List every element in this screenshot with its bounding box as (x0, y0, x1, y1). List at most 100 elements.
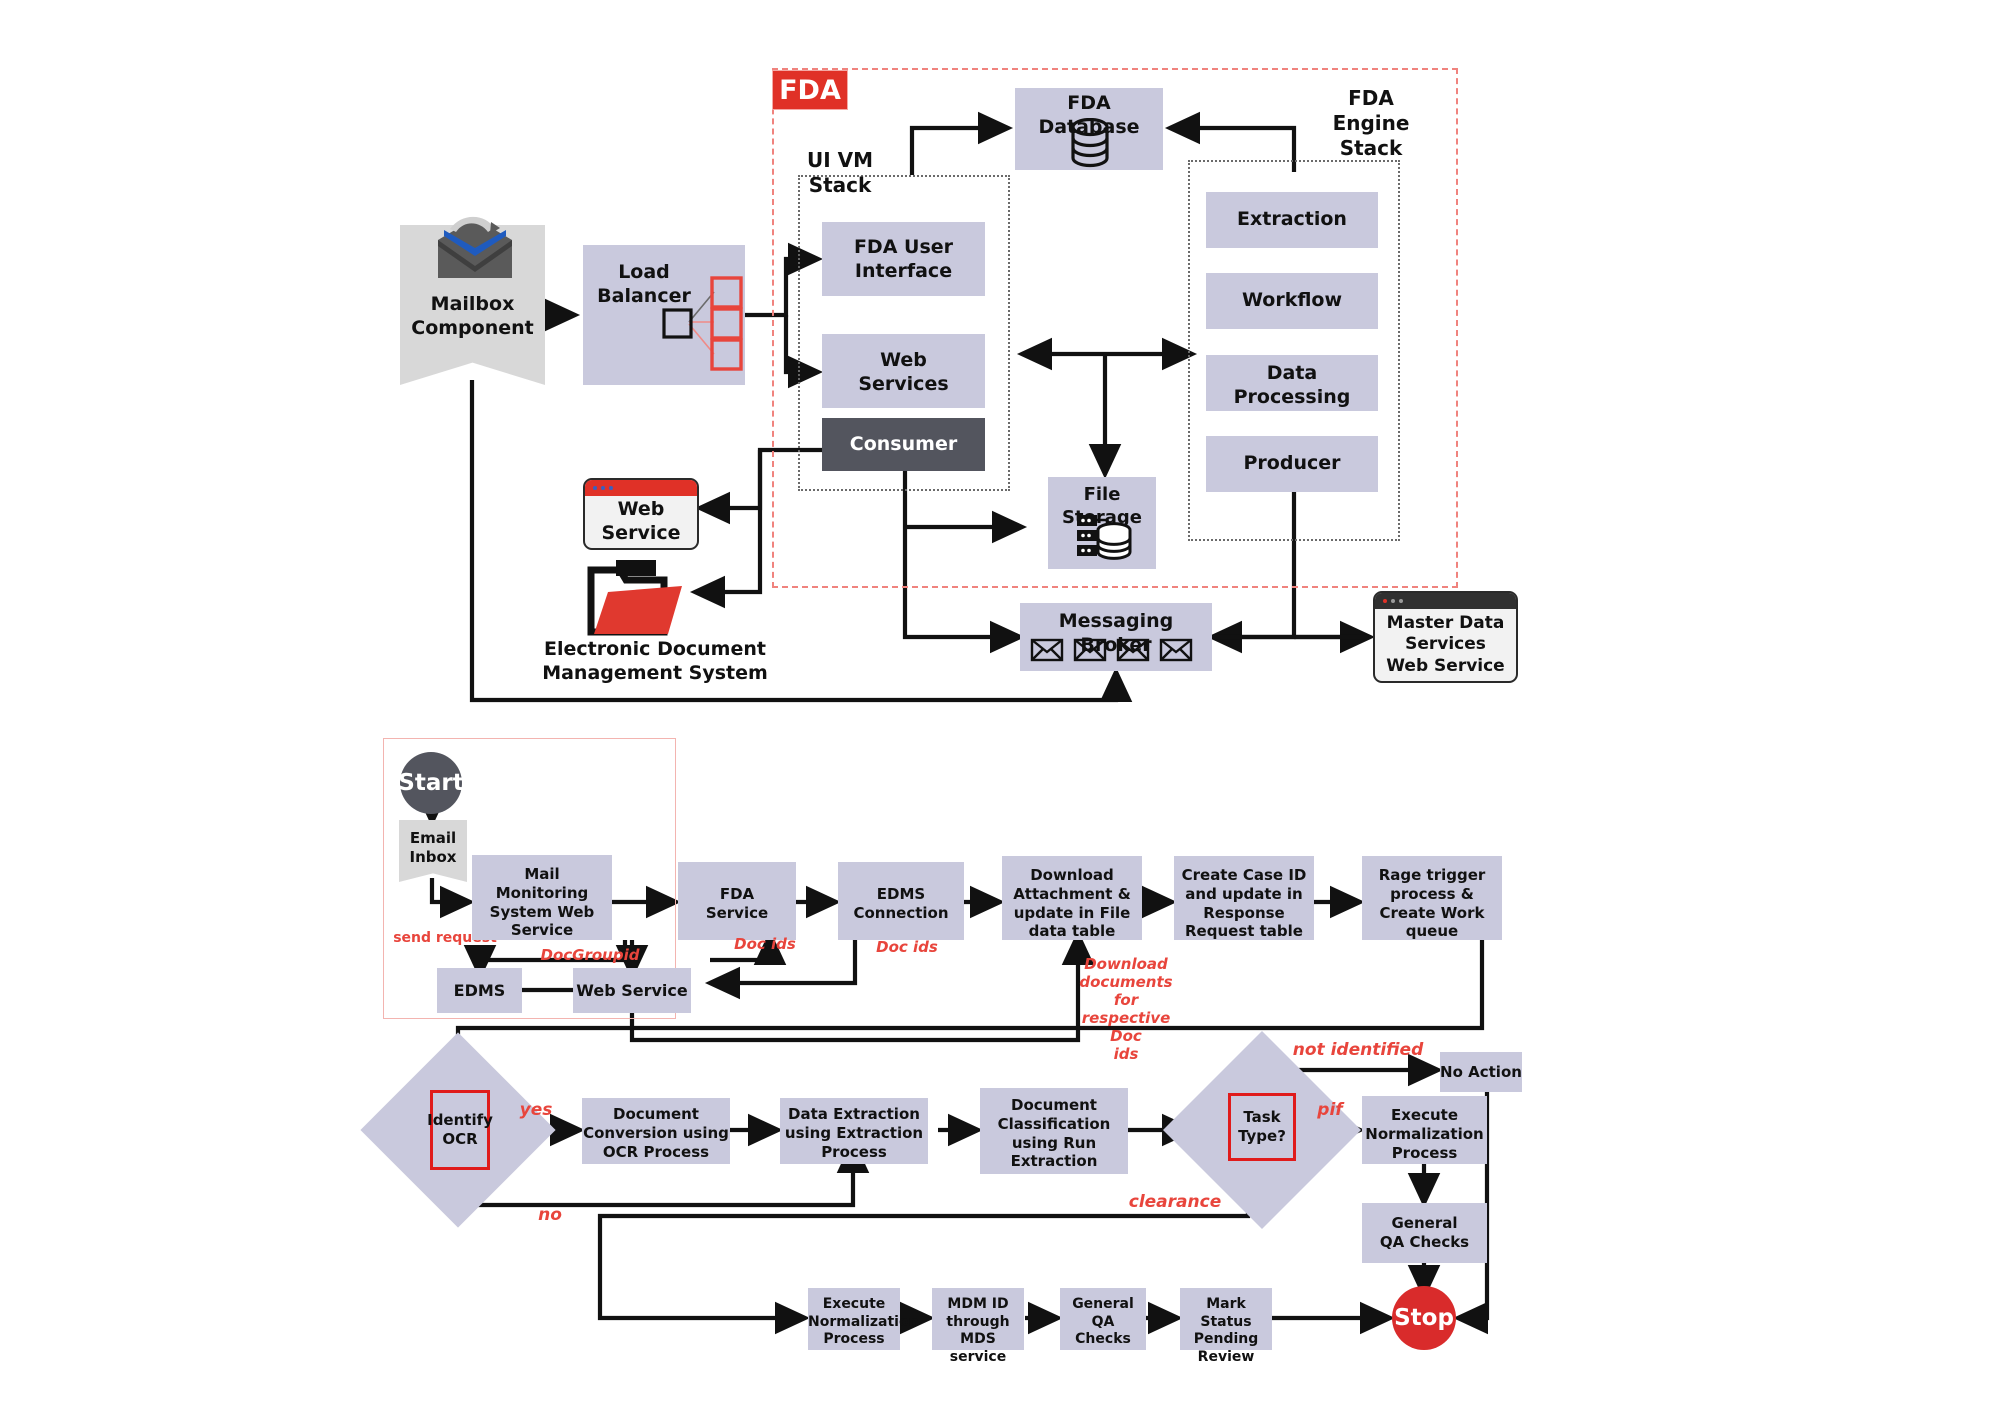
engine-stack-label-line3: Stack (1339, 136, 1403, 160)
doc-groupid-edge-label: DocGroupid (540, 946, 640, 964)
web-services-label-line1: Web (880, 349, 927, 371)
rage-trigger-line3: Create Work (1379, 903, 1485, 922)
exec-norm-bot-line3: Process (823, 1331, 885, 1347)
doc-ids-edge-label-1: Doc ids (734, 935, 796, 953)
doc-conv-line2: Conversion using (583, 1123, 729, 1142)
task-type-line2: Type? (1238, 1127, 1286, 1145)
file-storage-icon (1077, 515, 1132, 560)
doc-class-line1: Document (1011, 1096, 1097, 1114)
message-envelopes-icon (1030, 638, 1193, 662)
fda-boundary-tag: FDA (772, 70, 848, 110)
mail-monitoring-line1: Mail (524, 865, 560, 883)
download-attachment-line3: update in File (1013, 903, 1131, 922)
folder-icon (587, 560, 682, 636)
mdm-id-line1: MDM ID (947, 1296, 1009, 1312)
data-processing-label: Data Processing (1206, 362, 1378, 410)
general-qa-bot-line3: Checks (1075, 1331, 1131, 1347)
mark-status-label: Mark Status Pending Review (1180, 1296, 1272, 1366)
email-inbox-line2: Inbox (409, 847, 457, 866)
mail-monitoring-line3: System Web (489, 902, 595, 921)
doc-conv-line3: OCR Process (602, 1142, 710, 1161)
task-type-node[interactable]: Task Type? (1228, 1093, 1296, 1161)
edms-connection-line1: EDMS (876, 885, 926, 903)
edms-caption-line2: Management System (542, 661, 768, 684)
download-docs-line4: ids (1113, 1045, 1139, 1063)
envelope-icon (438, 216, 512, 278)
database-cylinder-icon (1071, 118, 1109, 168)
producer-node[interactable]: Producer (1206, 436, 1378, 492)
rage-trigger-label: Rage trigger process & Create Work queue (1362, 866, 1502, 941)
general-qa-bot-line2: QA (1091, 1313, 1115, 1330)
doc-class-line2: Classification (997, 1114, 1111, 1133)
mark-status-line1: Mark Status (1200, 1296, 1252, 1330)
download-documents-edge-label: Download documents for respective Doc id… (1073, 955, 1179, 1063)
fda-service-line2: Service (705, 903, 769, 922)
web-service-line1: Web (617, 498, 665, 521)
edms-connection-line2: Connection (853, 903, 949, 922)
data-extr-line1: Data Extraction (788, 1105, 920, 1123)
general-qa-bot-line1: General (1072, 1296, 1134, 1312)
ui-vm-stack-label-line2: Stack (808, 173, 872, 197)
consumer-node[interactable]: Consumer (822, 418, 985, 471)
web-services-label: Web Services (822, 349, 985, 397)
mail-monitoring-line4: Service (510, 921, 574, 940)
mail-monitoring-line2: Monitoring (495, 883, 589, 902)
ui-vm-stack-label: UI VM Stack (790, 148, 890, 198)
mailbox-label-line1: Mailbox (430, 293, 515, 315)
start-node[interactable]: Start (398, 752, 464, 814)
create-case-id-line3: Response (1203, 903, 1285, 922)
web-service-flow-node[interactable]: Web Service (573, 968, 691, 1013)
window-dot (1383, 599, 1387, 603)
mark-status-line3: Review (1197, 1348, 1255, 1365)
execute-normalization-top-label: Execute Normalization Process (1362, 1106, 1487, 1162)
workflow-node[interactable]: Workflow (1206, 273, 1378, 329)
not-identified-edge-label: not identified (1292, 1040, 1424, 1060)
no-edge-label: no (538, 1205, 562, 1225)
load-balancer-icon (662, 276, 743, 371)
edms-connection-label: EDMS Connection (838, 885, 964, 923)
engine-stack-label-line1: FDA (1348, 86, 1394, 110)
fda-service-label: FDA Service (678, 885, 796, 923)
extraction-node[interactable]: Extraction (1206, 192, 1378, 248)
email-inbox-line1: Email (409, 829, 457, 847)
no-action-node[interactable]: No Action (1440, 1052, 1522, 1092)
doc-conv-line1: Document (613, 1105, 699, 1123)
window-titlebar (585, 480, 697, 496)
master-data-services-window-node[interactable]: Master Data Services Web Service (1373, 591, 1518, 683)
engine-stack-label-line2: Engine (1332, 111, 1410, 135)
web-service-window-node[interactable]: Web Service (583, 478, 699, 550)
document-conversion-label: Document Conversion using OCR Process (582, 1105, 730, 1161)
download-docs-line3: respective Doc (1081, 1009, 1171, 1045)
edms-caption: Electronic Document Management System (540, 638, 770, 686)
edms-node[interactable]: EDMS (437, 968, 522, 1013)
download-attachment-line1: Download (1030, 866, 1114, 884)
general-qa-top-line1: General (1391, 1214, 1458, 1232)
download-docs-line1: Download (1084, 955, 1168, 973)
fda-ui-label-line2: Interface (854, 259, 953, 282)
identify-ocr-line1: Identify (427, 1111, 493, 1130)
data-extraction-label: Data Extraction using Extraction Process (780, 1105, 928, 1161)
identify-ocr-node[interactable]: Identify OCR (427, 1090, 493, 1170)
data-extr-line3: Process (821, 1142, 887, 1161)
window-dot (609, 486, 613, 490)
mds-window-label: Master Data Services Web Service (1375, 609, 1516, 681)
window-dot (1399, 599, 1403, 603)
download-attachment-line4: data table (1028, 922, 1116, 941)
doc-ids-edge-label-2: Doc ids (876, 938, 938, 956)
mailbox-component-label: Mailbox Component (400, 293, 545, 341)
fda-service-line1: FDA (719, 885, 755, 903)
fda-user-interface-label: FDA User Interface (822, 236, 985, 284)
exec-norm-top-line3: Process (1391, 1143, 1458, 1162)
identify-ocr-line2: OCR (442, 1130, 478, 1148)
mdm-id-label: MDM ID through MDS service (932, 1296, 1024, 1366)
web-services-label-line2: Services (858, 372, 949, 395)
mds-line3: Web Service (1386, 655, 1505, 676)
mail-monitoring-label: Mail Monitoring System Web Service (472, 865, 612, 940)
web-service-line2: Service (601, 522, 681, 544)
mark-status-line2: Pending (1193, 1331, 1259, 1347)
stop-node[interactable]: Stop (1392, 1286, 1456, 1350)
rage-trigger-line1: Rage trigger (1378, 866, 1486, 884)
fda-engine-stack-label: FDA Engine Stack (1318, 86, 1424, 161)
edms-caption-line1: Electronic Document (544, 638, 766, 660)
data-processing-line2: Processing (1233, 385, 1351, 408)
